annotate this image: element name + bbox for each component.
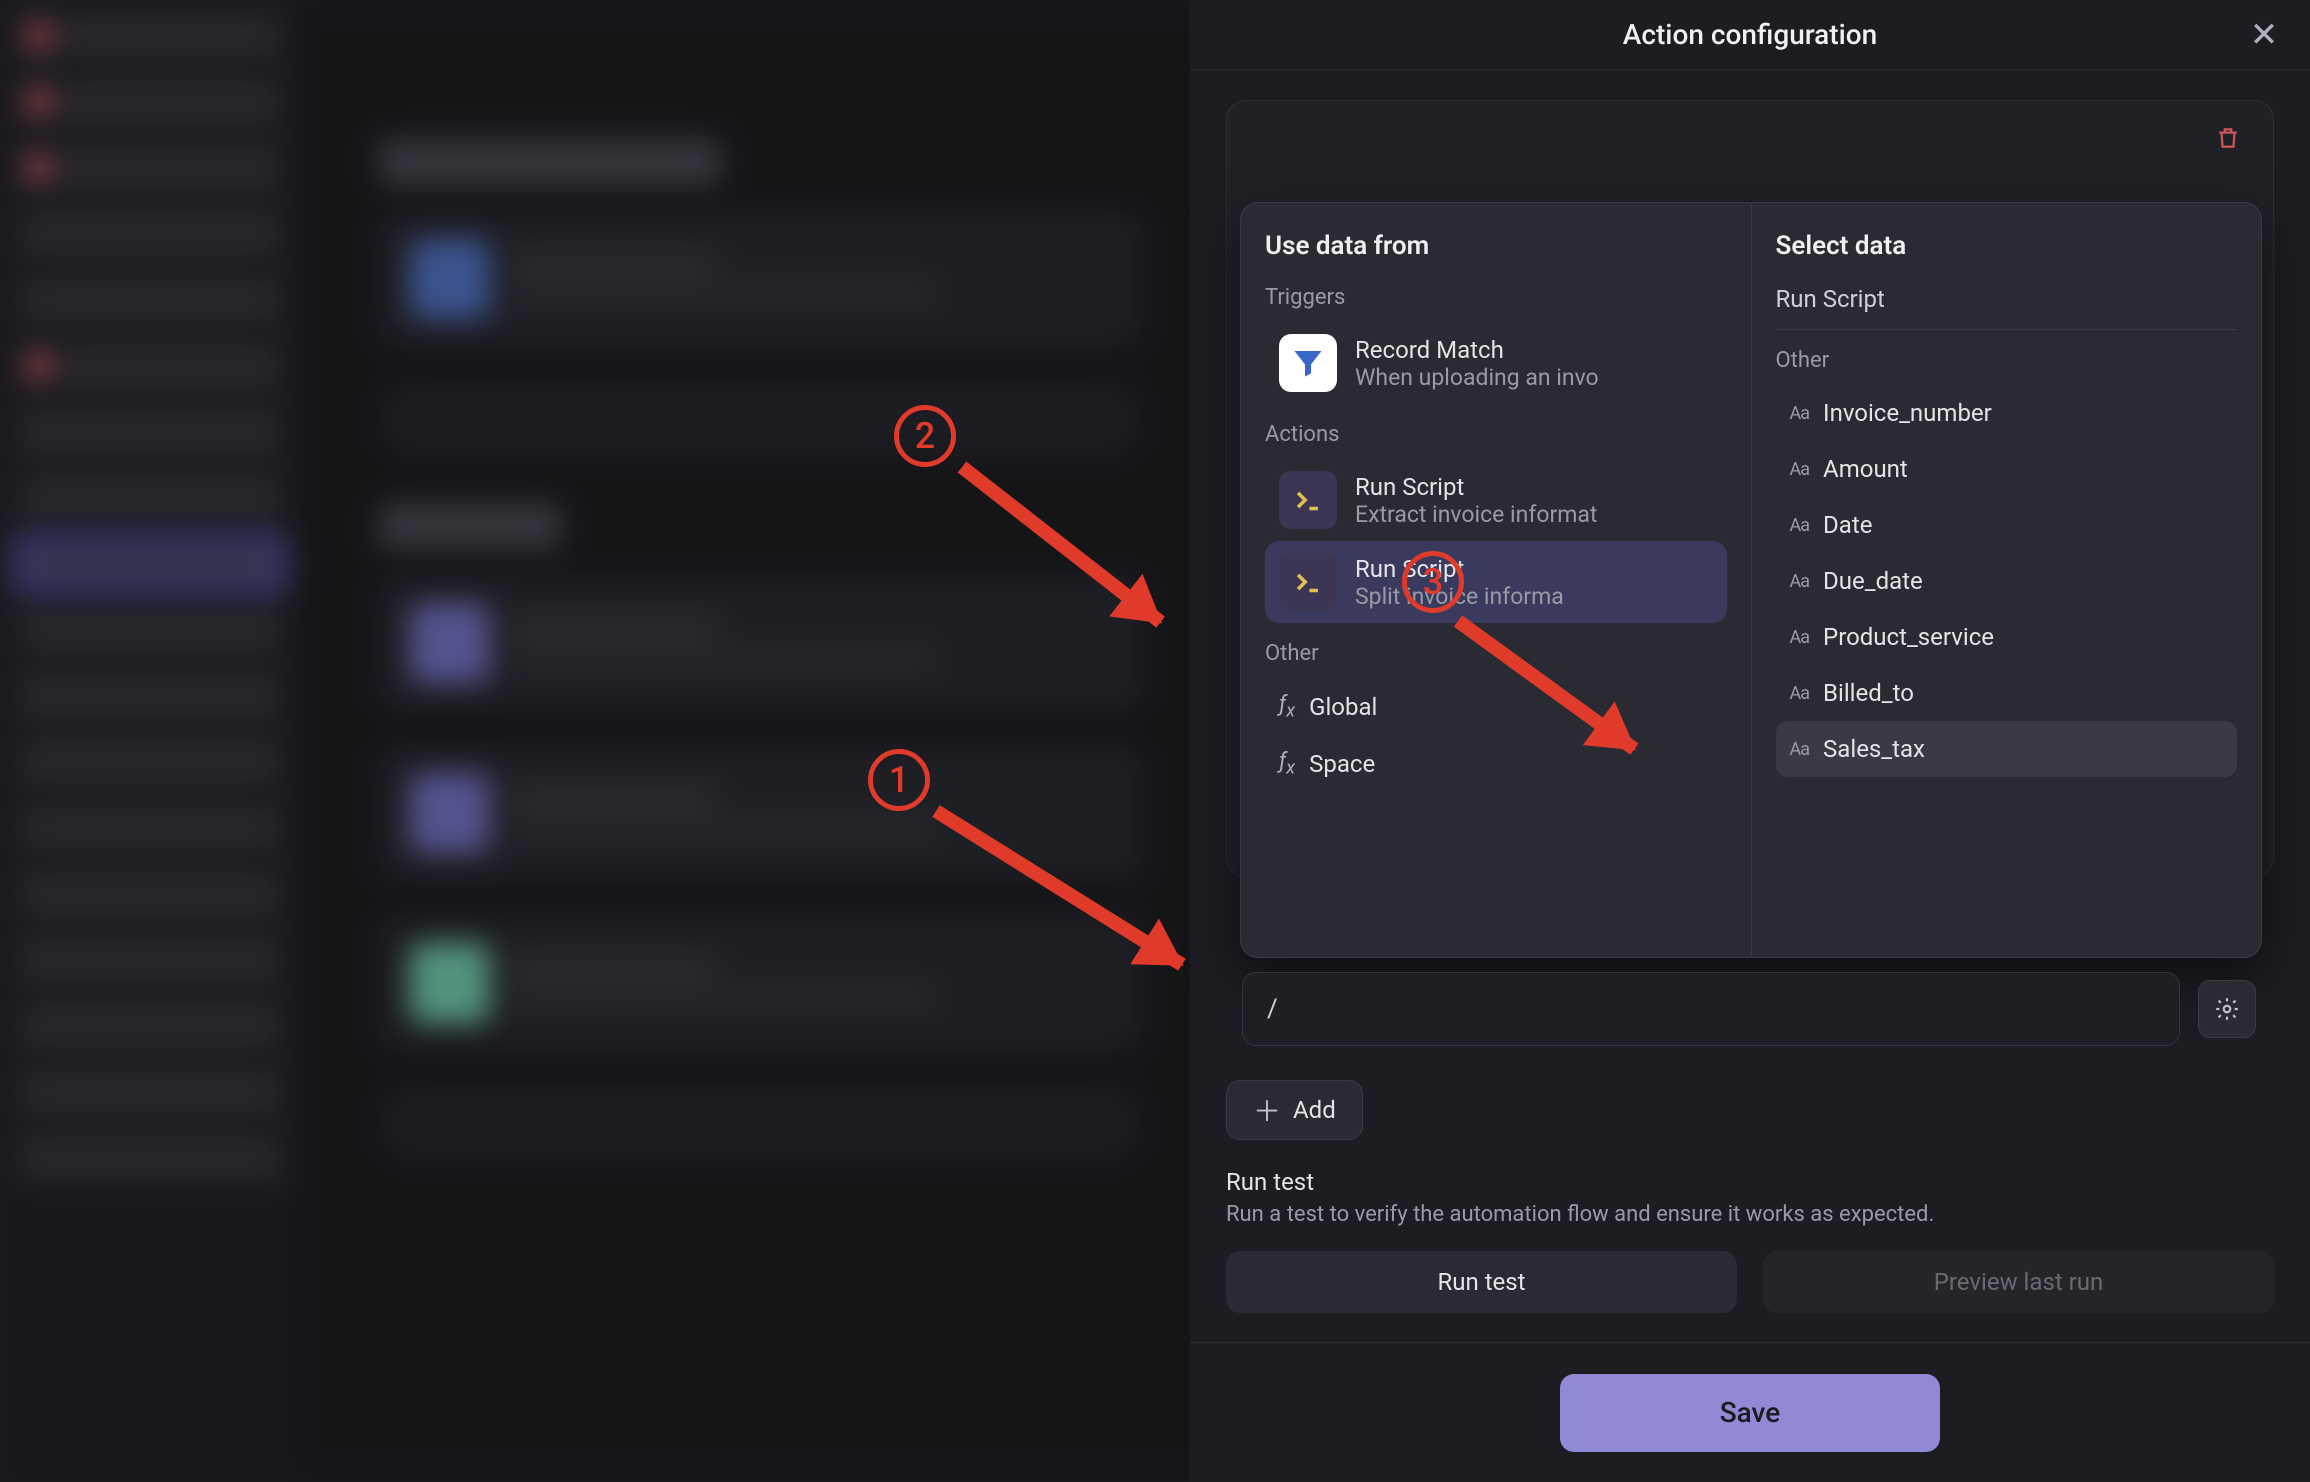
fx-icon: ƒx xyxy=(1279,692,1295,721)
field-invoice-number[interactable]: Aa Invoice_number xyxy=(1776,385,2238,441)
field-sales-tax[interactable]: Aa Sales_tax xyxy=(1776,721,2238,777)
run-test-heading: Run test xyxy=(1226,1168,2274,1196)
action-title: Run Script xyxy=(1355,555,1713,583)
run-test-label: Run test xyxy=(1437,1268,1525,1296)
select-data-column: Select data Run Script Other Aa Invoice_… xyxy=(1752,203,2262,957)
text-type-icon: Aa xyxy=(1790,627,1810,648)
run-test-button[interactable]: Run test xyxy=(1226,1251,1737,1313)
run-test-section: Run test Run a test to verify the automa… xyxy=(1226,1168,2274,1313)
fn-global[interactable]: ƒx Global xyxy=(1265,678,1727,735)
group-triggers-label: Triggers xyxy=(1265,285,1727,310)
annotation-badge-2: 2 xyxy=(894,405,956,467)
action-subtitle: Extract invoice informat xyxy=(1355,501,1713,528)
text-type-icon: Aa xyxy=(1790,459,1810,480)
fx-icon: ƒx xyxy=(1279,749,1295,778)
select-data-heading: Select data xyxy=(1776,231,2238,261)
field-due-date[interactable]: Aa Due_date xyxy=(1776,553,2238,609)
annotation-badge-1: 1 xyxy=(868,749,930,811)
save-label: Save xyxy=(1720,1396,1781,1429)
expression-input[interactable]: / xyxy=(1242,972,2180,1046)
group-actions-label: Actions xyxy=(1265,422,1727,447)
text-type-icon: Aa xyxy=(1790,683,1810,704)
close-icon[interactable]: ✕ xyxy=(2248,19,2280,51)
data-picker-popover: Use data from Triggers Record Match When… xyxy=(1240,202,2262,958)
funnel-icon xyxy=(1279,334,1337,392)
field-label: Due_date xyxy=(1823,567,1923,595)
expression-input-row: / xyxy=(1242,972,2256,1046)
group-other-label: Other xyxy=(1265,641,1727,666)
text-type-icon: Aa xyxy=(1790,515,1810,536)
script-icon xyxy=(1279,471,1337,529)
action-run-script-split[interactable]: Run Script Split invoice informa xyxy=(1265,541,1727,623)
save-button[interactable]: Save xyxy=(1560,1374,1940,1452)
text-type-icon: Aa xyxy=(1790,571,1810,592)
action-title: Run Script xyxy=(1355,473,1713,501)
trigger-record-match[interactable]: Record Match When uploading an invo xyxy=(1265,322,1727,404)
panel-header: Action configuration ✕ xyxy=(1190,0,2310,70)
fn-space[interactable]: ƒx Space xyxy=(1265,735,1727,792)
text-type-icon: Aa xyxy=(1790,403,1810,424)
add-label: Add xyxy=(1293,1096,1336,1124)
trigger-subtitle: When uploading an invo xyxy=(1355,364,1713,391)
action-config-panel: Action configuration ✕ Use data from Tri… xyxy=(1190,0,2310,1482)
trash-icon[interactable] xyxy=(2215,125,2245,155)
field-amount[interactable]: Aa Amount xyxy=(1776,441,2238,497)
field-label: Product_service xyxy=(1823,623,1994,651)
use-data-from-column: Use data from Triggers Record Match When… xyxy=(1241,203,1752,957)
data-path: Run Script xyxy=(1776,285,2238,313)
add-button[interactable]: ＋ Add xyxy=(1226,1080,1363,1140)
annotation-arrow-2 xyxy=(958,461,1165,627)
field-product-service[interactable]: Aa Product_service xyxy=(1776,609,2238,665)
divider xyxy=(1776,329,2238,330)
field-label: Billed_to xyxy=(1823,679,1914,707)
preview-label: Preview last run xyxy=(1934,1268,2104,1296)
annotation-arrow-1 xyxy=(932,805,1185,971)
panel-footer: Save xyxy=(1190,1342,2310,1482)
field-date[interactable]: Aa Date xyxy=(1776,497,2238,553)
use-data-from-heading: Use data from xyxy=(1265,231,1727,261)
field-label: Amount xyxy=(1823,455,1908,483)
fn-label: Global xyxy=(1309,693,1377,721)
action-run-script-extract[interactable]: Run Script Extract invoice informat xyxy=(1265,459,1727,541)
panel-title: Action configuration xyxy=(1623,18,1877,51)
gear-icon[interactable] xyxy=(2198,980,2256,1038)
field-label: Sales_tax xyxy=(1823,735,1925,763)
preview-last-run-button[interactable]: Preview last run xyxy=(1763,1251,2274,1313)
panel-body: Use data from Triggers Record Match When… xyxy=(1190,70,2310,1342)
action-subtitle: Split invoice informa xyxy=(1355,583,1713,610)
script-icon xyxy=(1279,553,1337,611)
expression-value: / xyxy=(1267,994,1278,1024)
run-test-sub: Run a test to verify the automation flow… xyxy=(1226,1202,2274,1227)
field-label: Invoice_number xyxy=(1823,399,1992,427)
trigger-title: Record Match xyxy=(1355,336,1713,364)
fields-other-label: Other xyxy=(1776,348,2238,373)
fn-label: Space xyxy=(1309,750,1375,778)
text-type-icon: Aa xyxy=(1790,739,1810,760)
field-billed-to[interactable]: Aa Billed_to xyxy=(1776,665,2238,721)
field-label: Date xyxy=(1823,511,1872,539)
plus-icon: ＋ xyxy=(1253,1090,1281,1130)
